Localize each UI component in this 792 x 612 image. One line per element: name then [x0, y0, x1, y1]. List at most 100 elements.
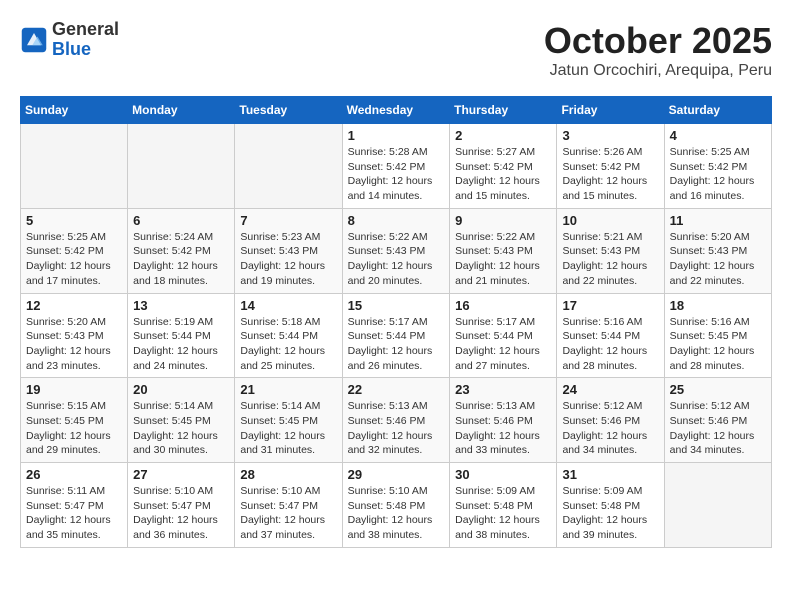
location: Jatun Orcochiri, Arequipa, Peru — [544, 62, 772, 80]
day-number: 26 — [26, 467, 122, 482]
day-info: Sunrise: 5:12 AM Sunset: 5:46 PM Dayligh… — [670, 399, 766, 458]
calendar-cell: 8Sunrise: 5:22 AM Sunset: 5:43 PM Daylig… — [342, 208, 450, 293]
calendar-cell: 19 Sunrise: 5:15 AM Sunset: 5:45 PM Dayli… — [21, 378, 128, 463]
day-info: Sunrise: 5:20 AM Sunset: 5:43 PM Dayligh… — [26, 315, 122, 374]
calendar-cell: 13 Sunrise: 5:19 AM Sunset: 5:44 PM Dayli… — [128, 293, 235, 378]
day-number: 14 — [240, 298, 336, 313]
day-number: 4 — [670, 128, 766, 143]
month-title: October 2025 — [544, 20, 772, 62]
calendar-table: SundayMondayTuesdayWednesdayThursdayFrid… — [20, 96, 772, 548]
day-number: 27 — [133, 467, 229, 482]
calendar-week-row: 1Sunrise: 5:28 AM Sunset: 5:42 PM Daylig… — [21, 124, 772, 209]
day-number: 7 — [240, 213, 336, 228]
day-number: 25 — [670, 382, 766, 397]
calendar-cell: 7 Sunrise: 5:23 AM Sunset: 5:43 PM Daylig… — [235, 208, 342, 293]
day-number: 5 — [26, 213, 122, 228]
day-info: Sunrise: 5:15 AM Sunset: 5:45 PM Dayligh… — [26, 399, 122, 458]
calendar-cell — [21, 124, 128, 209]
day-info: Sunrise: 5:10 AM Sunset: 5:48 PM Dayligh… — [348, 484, 445, 543]
day-info: Sunrise: 5:24 AM Sunset: 5:42 PM Dayligh… — [133, 230, 229, 289]
day-number: 22 — [348, 382, 445, 397]
logo-icon — [20, 26, 48, 54]
day-number: 31 — [562, 467, 658, 482]
calendar-cell: 21 Sunrise: 5:14 AM Sunset: 5:45 PM Dayli… — [235, 378, 342, 463]
calendar-cell: 24 Sunrise: 5:12 AM Sunset: 5:46 PM Dayli… — [557, 378, 664, 463]
calendar-cell: 12Sunrise: 5:20 AM Sunset: 5:43 PM Dayli… — [21, 293, 128, 378]
logo: General Blue — [20, 20, 119, 60]
day-number: 30 — [455, 467, 551, 482]
day-info: Sunrise: 5:09 AM Sunset: 5:48 PM Dayligh… — [562, 484, 658, 543]
day-number: 10 — [562, 213, 658, 228]
day-info: Sunrise: 5:17 AM Sunset: 5:44 PM Dayligh… — [348, 315, 445, 374]
calendar-cell: 25 Sunrise: 5:12 AM Sunset: 5:46 PM Dayli… — [664, 378, 771, 463]
day-of-week-header: Sunday — [21, 97, 128, 124]
header-row: SundayMondayTuesdayWednesdayThursdayFrid… — [21, 97, 772, 124]
day-info: Sunrise: 5:16 AM Sunset: 5:44 PM Dayligh… — [562, 315, 658, 374]
calendar-cell: 4Sunrise: 5:25 AM Sunset: 5:42 PM Daylig… — [664, 124, 771, 209]
calendar-cell: 20 Sunrise: 5:14 AM Sunset: 5:45 PM Dayli… — [128, 378, 235, 463]
day-number: 19 — [26, 382, 122, 397]
calendar-cell: 17Sunrise: 5:16 AM Sunset: 5:44 PM Dayli… — [557, 293, 664, 378]
day-of-week-header: Wednesday — [342, 97, 450, 124]
page-header: General Blue October 2025 Jatun Orcochir… — [20, 20, 772, 80]
day-info: Sunrise: 5:10 AM Sunset: 5:47 PM Dayligh… — [133, 484, 229, 543]
day-info: Sunrise: 5:19 AM Sunset: 5:44 PM Dayligh… — [133, 315, 229, 374]
day-info: Sunrise: 5:13 AM Sunset: 5:46 PM Dayligh… — [455, 399, 551, 458]
calendar-header: SundayMondayTuesdayWednesdayThursdayFrid… — [21, 97, 772, 124]
day-of-week-header: Thursday — [450, 97, 557, 124]
calendar-cell: 29 Sunrise: 5:10 AM Sunset: 5:48 PM Dayli… — [342, 463, 450, 548]
day-number: 28 — [240, 467, 336, 482]
calendar-cell: 23 Sunrise: 5:13 AM Sunset: 5:46 PM Dayli… — [450, 378, 557, 463]
calendar-week-row: 26Sunrise: 5:11 AM Sunset: 5:47 PM Dayli… — [21, 463, 772, 548]
day-info: Sunrise: 5:18 AM Sunset: 5:44 PM Dayligh… — [240, 315, 336, 374]
calendar-cell — [128, 124, 235, 209]
day-of-week-header: Tuesday — [235, 97, 342, 124]
day-info: Sunrise: 5:23 AM Sunset: 5:43 PM Dayligh… — [240, 230, 336, 289]
day-info: Sunrise: 5:14 AM Sunset: 5:45 PM Dayligh… — [133, 399, 229, 458]
day-number: 13 — [133, 298, 229, 313]
day-number: 6 — [133, 213, 229, 228]
day-of-week-header: Friday — [557, 97, 664, 124]
calendar-cell: 31 Sunrise: 5:09 AM Sunset: 5:48 PM Dayli… — [557, 463, 664, 548]
day-info: Sunrise: 5:27 AM Sunset: 5:42 PM Dayligh… — [455, 145, 551, 204]
day-info: Sunrise: 5:28 AM Sunset: 5:42 PM Dayligh… — [348, 145, 445, 204]
day-info: Sunrise: 5:12 AM Sunset: 5:46 PM Dayligh… — [562, 399, 658, 458]
day-number: 9 — [455, 213, 551, 228]
logo-general-text: General — [52, 20, 119, 40]
calendar-cell: 30 Sunrise: 5:09 AM Sunset: 5:48 PM Dayli… — [450, 463, 557, 548]
day-info: Sunrise: 5:22 AM Sunset: 5:43 PM Dayligh… — [455, 230, 551, 289]
day-info: Sunrise: 5:17 AM Sunset: 5:44 PM Dayligh… — [455, 315, 551, 374]
calendar-cell: 16 Sunrise: 5:17 AM Sunset: 5:44 PM Dayli… — [450, 293, 557, 378]
calendar-cell: 14 Sunrise: 5:18 AM Sunset: 5:44 PM Dayli… — [235, 293, 342, 378]
day-info: Sunrise: 5:16 AM Sunset: 5:45 PM Dayligh… — [670, 315, 766, 374]
calendar-cell: 18Sunrise: 5:16 AM Sunset: 5:45 PM Dayli… — [664, 293, 771, 378]
title-block: October 2025 Jatun Orcochiri, Arequipa, … — [544, 20, 772, 80]
calendar-cell: 5 Sunrise: 5:25 AM Sunset: 5:42 PM Daylig… — [21, 208, 128, 293]
day-number: 29 — [348, 467, 445, 482]
day-info: Sunrise: 5:25 AM Sunset: 5:42 PM Dayligh… — [26, 230, 122, 289]
day-info: Sunrise: 5:26 AM Sunset: 5:42 PM Dayligh… — [562, 145, 658, 204]
calendar-cell: 27 Sunrise: 5:10 AM Sunset: 5:47 PM Dayli… — [128, 463, 235, 548]
day-number: 15 — [348, 298, 445, 313]
calendar-cell: 22Sunrise: 5:13 AM Sunset: 5:46 PM Dayli… — [342, 378, 450, 463]
day-info: Sunrise: 5:09 AM Sunset: 5:48 PM Dayligh… — [455, 484, 551, 543]
day-number: 20 — [133, 382, 229, 397]
logo-text: General Blue — [52, 20, 119, 60]
calendar-cell: 15 Sunrise: 5:17 AM Sunset: 5:44 PM Dayli… — [342, 293, 450, 378]
calendar-cell: 28 Sunrise: 5:10 AM Sunset: 5:47 PM Dayli… — [235, 463, 342, 548]
day-number: 24 — [562, 382, 658, 397]
day-number: 23 — [455, 382, 551, 397]
day-number: 21 — [240, 382, 336, 397]
day-info: Sunrise: 5:10 AM Sunset: 5:47 PM Dayligh… — [240, 484, 336, 543]
day-of-week-header: Monday — [128, 97, 235, 124]
day-number: 2 — [455, 128, 551, 143]
day-info: Sunrise: 5:14 AM Sunset: 5:45 PM Dayligh… — [240, 399, 336, 458]
day-of-week-header: Saturday — [664, 97, 771, 124]
calendar-week-row: 19 Sunrise: 5:15 AM Sunset: 5:45 PM Dayli… — [21, 378, 772, 463]
calendar-cell: 11Sunrise: 5:20 AM Sunset: 5:43 PM Dayli… — [664, 208, 771, 293]
calendar-cell: 2 Sunrise: 5:27 AM Sunset: 5:42 PM Daylig… — [450, 124, 557, 209]
logo-blue-text: Blue — [52, 40, 119, 60]
day-number: 16 — [455, 298, 551, 313]
calendar-cell — [664, 463, 771, 548]
day-info: Sunrise: 5:21 AM Sunset: 5:43 PM Dayligh… — [562, 230, 658, 289]
